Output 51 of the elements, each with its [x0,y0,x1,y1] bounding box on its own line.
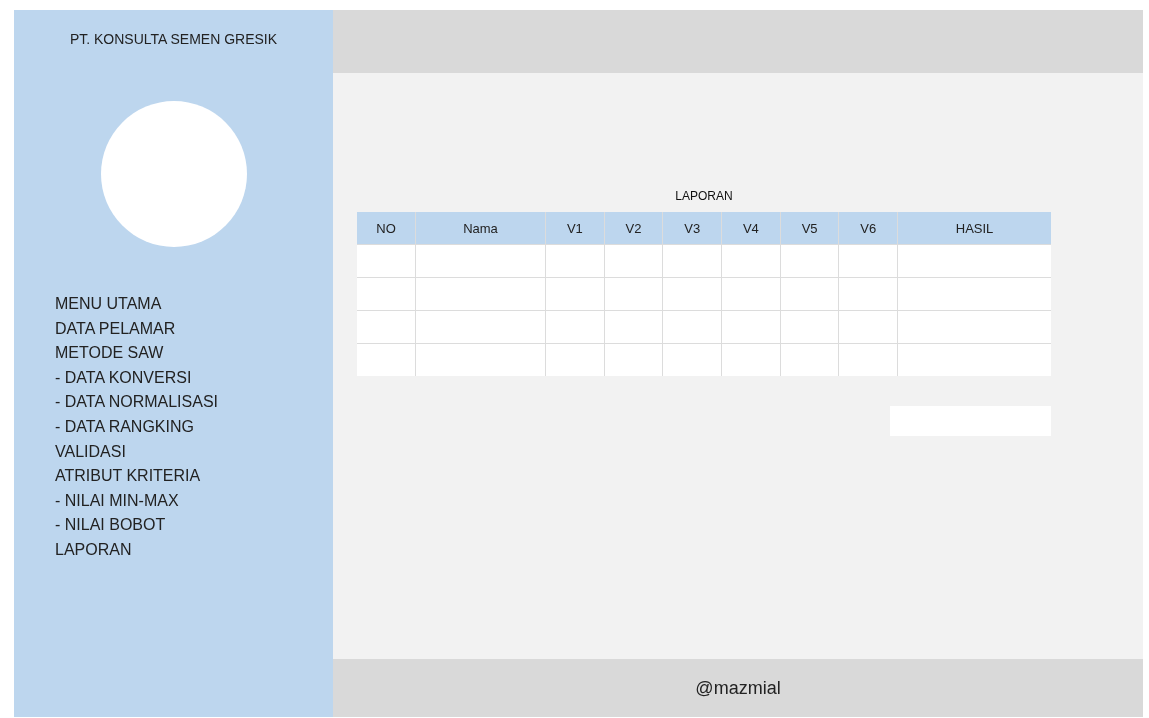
table-cell [546,245,604,277]
menu-item[interactable]: - DATA RANGKING [55,414,333,440]
table-cell [357,344,415,376]
report-title: LAPORAN [674,189,734,205]
table-cell [780,278,839,310]
menu-item[interactable]: MENU UTAMA [55,292,333,317]
table-cell [780,344,839,376]
menu-item[interactable]: - NILAI MIN-MAX [55,488,333,514]
footer-text: @mazmial [695,677,781,699]
table-cell [722,278,780,310]
table-cell [604,311,663,343]
menu-item[interactable]: METODE SAW [55,341,333,366]
column-header: V6 [839,212,898,244]
table-cell [357,245,415,277]
table-cell [839,344,898,376]
table-cell [546,311,604,343]
table-cell [663,344,722,376]
column-header: NO [357,212,415,244]
table-cell [780,311,839,343]
menu-item[interactable]: DATA PELAMAR [55,316,333,342]
table-cell [604,245,663,277]
table-cell [780,245,839,277]
table-cell [663,311,722,343]
menu-item[interactable]: - NILAI BOBOT [55,513,333,538]
column-header: V3 [663,212,722,244]
company-name: PT. KONSULTA SEMEN GRESIK [68,31,279,49]
table-cell [722,344,780,376]
table-cell [357,278,415,310]
column-header: HASIL [898,212,1051,244]
table-cell [604,344,663,376]
column-header: V1 [546,212,604,244]
table-cell [663,278,722,310]
table-cell [663,245,722,277]
table-cell [357,311,415,343]
column-header: Nama [416,212,545,244]
table-cell [546,278,604,310]
column-header: V2 [604,212,663,244]
table-cell [722,311,780,343]
table-cell [839,245,898,277]
column-header: V4 [722,212,780,244]
table-cell [839,278,898,310]
table-cell [722,245,780,277]
menu-item[interactable]: VALIDASI [55,439,333,465]
table-cell [546,344,604,376]
table-cell [604,278,663,310]
menu-item[interactable]: LAPORAN [55,537,333,563]
menu-item[interactable]: ATRIBUT KRITERIA [55,464,333,489]
column-header: V5 [780,212,839,244]
menu-item[interactable]: - DATA NORMALISASI [55,390,333,415]
menu-item[interactable]: - DATA KONVERSI [55,365,333,391]
table-cell [839,311,898,343]
